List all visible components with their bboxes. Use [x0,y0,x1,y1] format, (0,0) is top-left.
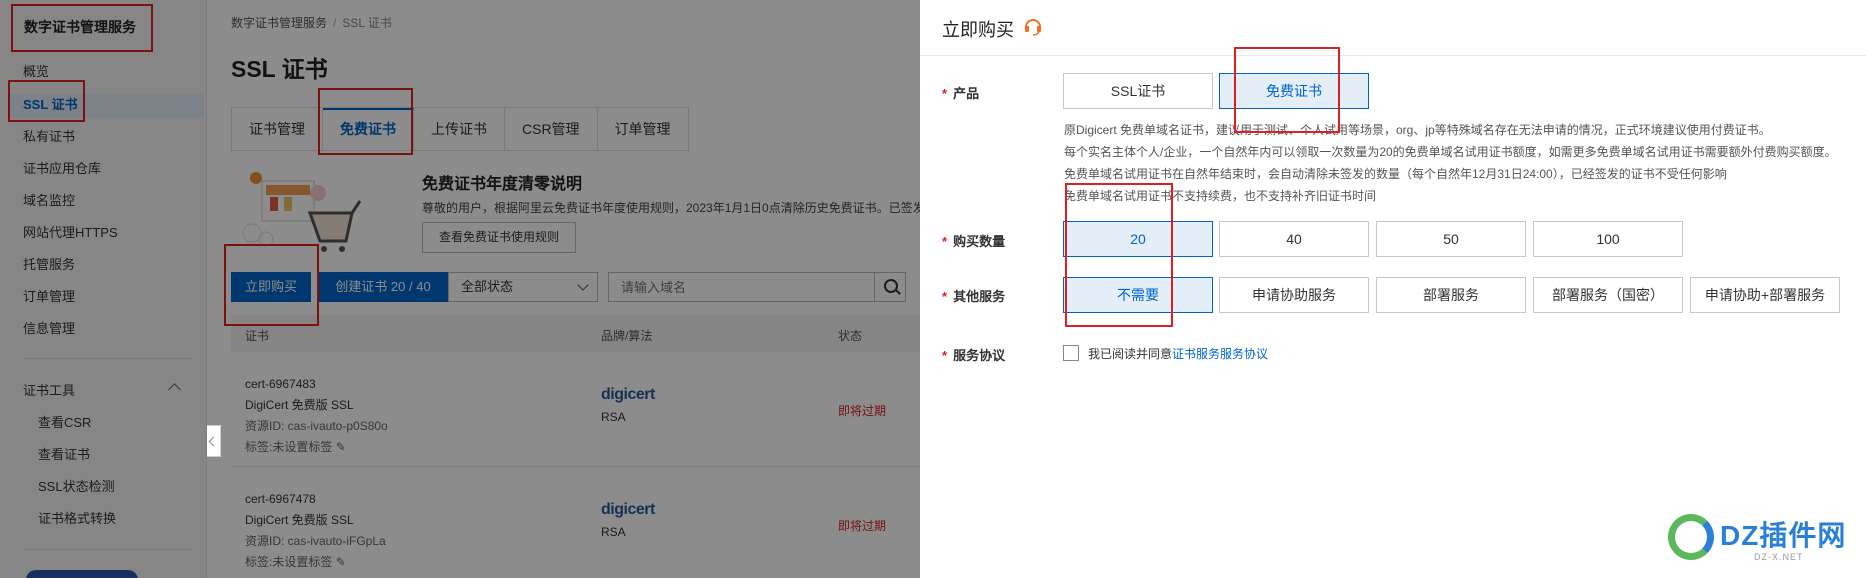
annotation-box-free-cert [1234,47,1340,133]
service-option-apply-assist[interactable]: 申请协助服务 [1219,277,1369,313]
agreement-link[interactable]: 证书服务服务协议 [1172,347,1268,361]
services-label: * 其他服务 [942,289,1006,304]
headset-icon[interactable] [1023,16,1043,36]
quantity-option-100[interactable]: 100 [1533,221,1683,257]
collapse-sidebar-handle[interactable] [207,425,221,457]
modal-overlay[interactable] [0,0,920,578]
watermark-title: DZ插件网 [1720,520,1847,551]
watermark-subtitle: DZ-X.NET [1754,552,1804,562]
quantity-label: * 购买数量 [942,234,1006,249]
product-help-line: 免费单域名试用证书在自然年结束时，会自动清除未签发的数量（每个自然年12月31日… [1064,167,1727,181]
buy-drawer: 立即购买 * 产品 SSL证书 免费证书 原Digicert 免费单域名证书，建议… [920,0,1866,578]
quantity-option-40[interactable]: 40 [1219,221,1369,257]
agreement-checkbox[interactable] [1063,345,1079,361]
product-option-ssl[interactable]: SSL证书 [1063,73,1213,109]
product-label: * 产品 [942,86,980,101]
service-option-deploy-sm[interactable]: 部署服务（国密） [1533,277,1683,313]
product-help-line: 每个实名主体个人/企业，一个自然年内可以领取一次数量为20的免费单域名试用证书额… [1064,145,1837,159]
dz-logo-icon [1668,514,1714,560]
service-option-deploy[interactable]: 部署服务 [1376,277,1526,313]
dz-watermark: DZ插件网 DZ-X.NET [1668,510,1858,570]
annotation-box-qty-none [1065,183,1173,327]
agreement-text: 我已阅读并同意证书服务服务协议 [1088,347,1269,361]
agreement-label: * 服务协议 [942,348,1006,363]
drawer-title: 立即购买 [942,20,1014,40]
drawer-divider [920,55,1866,56]
quantity-option-50[interactable]: 50 [1376,221,1526,257]
product-help-line: 原Digicert 免费单域名证书，建议用于测试、个人试用等场景，org、jp等… [1064,123,1771,137]
service-option-assist-deploy[interactable]: 申请协助+部署服务 [1690,277,1840,313]
